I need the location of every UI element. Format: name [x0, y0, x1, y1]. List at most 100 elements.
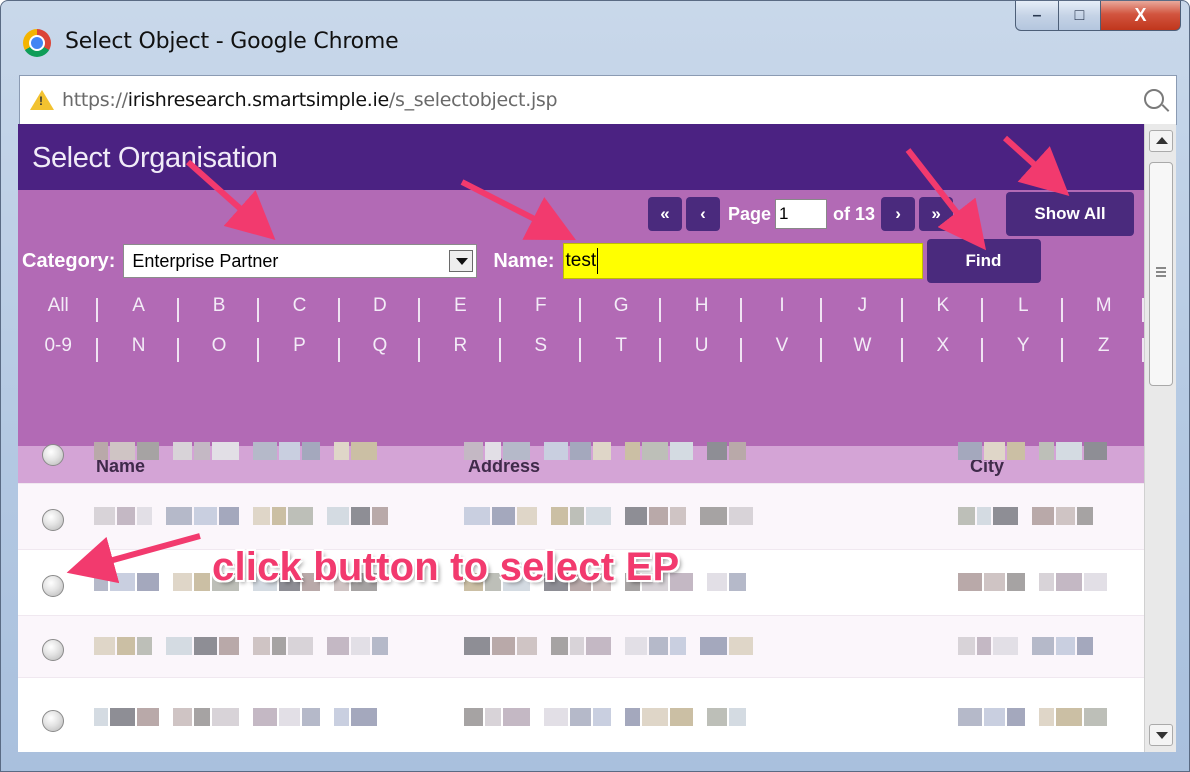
letter-filter-h[interactable]: H [661, 295, 743, 322]
name-search-input[interactable]: test [562, 243, 923, 279]
letter-filter-0-9[interactable]: 0-9 [18, 335, 99, 362]
redacted-block [94, 708, 108, 726]
letter-filter-i[interactable]: I [742, 295, 823, 322]
letter-filter-t[interactable]: T [581, 335, 662, 362]
redacted-block [110, 442, 135, 460]
vertical-scrollbar[interactable] [1144, 124, 1176, 752]
redacted-block [1056, 637, 1075, 655]
select-radio-button[interactable] [42, 575, 64, 597]
redacted-block [958, 573, 982, 591]
category-label: Category: [22, 249, 116, 272]
find-button[interactable]: Find [926, 239, 1041, 283]
minimize-button[interactable]: – [1015, 1, 1059, 31]
select-radio-button[interactable] [42, 509, 64, 531]
redacted-block [570, 708, 591, 726]
page-header: Select Organisation [18, 124, 1144, 190]
first-page-button[interactable]: « [648, 197, 682, 231]
redacted-block [1056, 573, 1082, 591]
redacted-block [173, 708, 192, 726]
redacted-block [1077, 507, 1093, 525]
window-controls: – □ X [1015, 1, 1181, 33]
letter-filter-p[interactable]: P [259, 335, 341, 362]
letter-filter-r[interactable]: R [420, 335, 501, 362]
redacted-block [1007, 573, 1025, 591]
letter-filter-n[interactable]: N [98, 335, 180, 362]
table-row[interactable] [18, 484, 1144, 550]
redacted-block [110, 573, 135, 591]
letter-filter-j[interactable]: J [822, 295, 904, 322]
letter-filter-x[interactable]: X [903, 335, 984, 362]
letter-filter-l[interactable]: L [983, 295, 1064, 322]
redacted-block [729, 637, 753, 655]
scroll-up-button[interactable] [1149, 130, 1173, 152]
redacted-block [958, 507, 975, 525]
letter-filter-o[interactable]: O [179, 335, 260, 362]
redacted-block [166, 637, 192, 655]
redacted-block [137, 442, 159, 460]
prev-page-button[interactable]: ‹ [686, 197, 720, 231]
letter-filter-all[interactable]: All [18, 295, 99, 322]
redacted-block [670, 637, 686, 655]
select-radio-button[interactable] [42, 710, 64, 732]
redacted-block [729, 573, 746, 591]
letter-filter-e[interactable]: E [420, 295, 501, 322]
redacted-block [625, 708, 640, 726]
letter-filter-w[interactable]: W [822, 335, 904, 362]
redacted-block [993, 637, 1018, 655]
redacted-block [544, 708, 568, 726]
filter-row: Category: Enterprise Partner Name: test … [22, 239, 1041, 283]
redacted-block [1084, 442, 1107, 460]
redacted-block [670, 442, 693, 460]
page-number-input[interactable] [775, 199, 828, 229]
zoom-icon[interactable] [1144, 89, 1164, 109]
page-label: Page [728, 203, 772, 224]
chevron-down-icon[interactable] [449, 250, 474, 272]
letter-filter-s[interactable]: S [501, 335, 582, 362]
redacted-block [1056, 708, 1082, 726]
select-radio-button[interactable] [42, 444, 64, 466]
redacted-block [302, 708, 320, 726]
redacted-block [570, 507, 584, 525]
redacted-block [272, 637, 286, 655]
last-page-button[interactable]: » [919, 197, 954, 231]
url-text[interactable]: https://irishresearch.smartsimple.ie/s_s… [62, 89, 558, 111]
letter-filter-v[interactable]: V [742, 335, 823, 362]
category-select[interactable]: Enterprise Partner [123, 244, 478, 278]
close-button[interactable]: X [1101, 1, 1181, 31]
letter-filter-y[interactable]: Y [983, 335, 1064, 362]
select-radio-button[interactable] [42, 639, 64, 661]
table-row[interactable] [18, 616, 1144, 678]
redacted-block [625, 507, 647, 525]
letter-filter-b[interactable]: B [179, 295, 260, 322]
redacted-block [670, 507, 686, 525]
table-row[interactable] [18, 420, 1144, 484]
show-all-button[interactable]: Show All [1006, 192, 1134, 236]
letter-filter-z[interactable]: Z [1063, 335, 1145, 362]
redacted-block [1084, 573, 1107, 591]
maximize-button[interactable]: □ [1059, 1, 1101, 31]
address-bar[interactable]: https://irishresearch.smartsimple.ie/s_s… [19, 75, 1177, 125]
letter-filter-g[interactable]: G [581, 295, 662, 322]
letter-filter-f[interactable]: F [501, 295, 582, 322]
next-page-button[interactable]: › [881, 197, 916, 231]
letter-filter-a[interactable]: A [98, 295, 180, 322]
redacted-block [253, 507, 270, 525]
letter-filter-m[interactable]: M [1063, 295, 1145, 322]
scroll-down-button[interactable] [1149, 724, 1173, 746]
redacted-block [1032, 637, 1054, 655]
letter-filter-u[interactable]: U [661, 335, 743, 362]
redacted-block [194, 507, 217, 525]
letter-filter-k[interactable]: K [903, 295, 984, 322]
redacted-block [351, 708, 377, 726]
redacted-block [551, 507, 568, 525]
redacted-block [137, 507, 152, 525]
letter-filter-c[interactable]: C [259, 295, 341, 322]
letter-filter-d[interactable]: D [340, 295, 421, 322]
scroll-thumb[interactable] [1149, 162, 1173, 386]
table-row[interactable] [18, 678, 1144, 752]
title-bar: Select Object - Google Chrome – □ X [1, 1, 1189, 75]
letter-filter-q[interactable]: Q [340, 335, 421, 362]
security-warning-icon[interactable] [30, 90, 54, 110]
redacted-block [110, 708, 135, 726]
redacted-block [327, 637, 349, 655]
